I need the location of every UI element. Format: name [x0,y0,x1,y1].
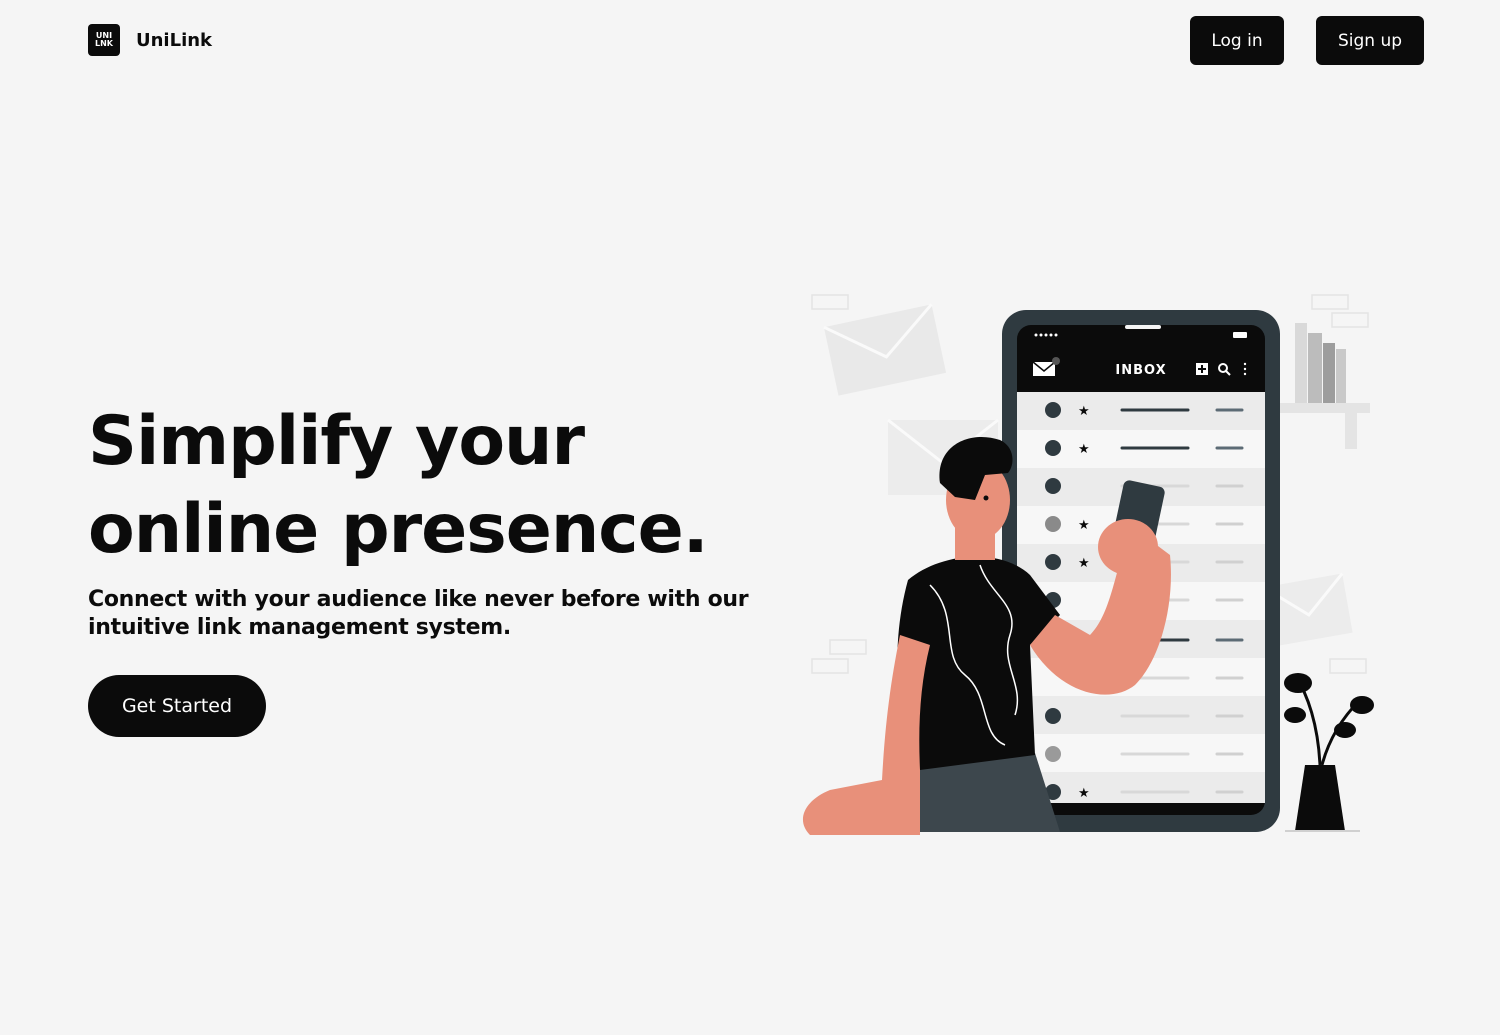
hero-subtitle: Connect with your audience like never be… [88,587,749,640]
get-started-button[interactable]: Get Started [88,675,266,737]
hero-illustration: INBOX ★ ★ ★ ★ ★ [802,294,1374,835]
phone-vertical-dots-icon [1243,362,1247,376]
star-icon: ★ [1078,404,1090,419]
hero-title-line2: online presence. [88,490,709,569]
landing-page: UNI LNK UniLink Log in Sign up Simplify … [0,0,1500,1035]
star-icon: ★ [1078,442,1090,457]
logo-mark-icon: UNI LNK [88,24,120,56]
brand-name: UniLink [136,29,213,51]
star-icon: ★ [1078,786,1090,801]
hero-title-line1: Simplify your [88,402,585,481]
login-button[interactable]: Log in [1190,16,1284,65]
phone-plus-square-icon [1196,363,1208,375]
brand-logo-link[interactable]: UNI LNK UniLink [88,24,212,56]
phone-inbox-title: INBOX [1115,363,1166,378]
logo-mark-line2: LNK [95,39,113,48]
site-header: UNI LNK UniLink Log in Sign up [0,0,1500,80]
bookshelf [1280,323,1370,449]
background-envelope-icon [823,303,947,396]
plant-illustration [1284,673,1374,832]
hero-title: Simplify your online presence. [88,398,788,574]
star-icon: ★ [1078,556,1090,571]
signup-button[interactable]: Sign up [1316,16,1424,65]
star-icon: ★ [1078,518,1090,533]
